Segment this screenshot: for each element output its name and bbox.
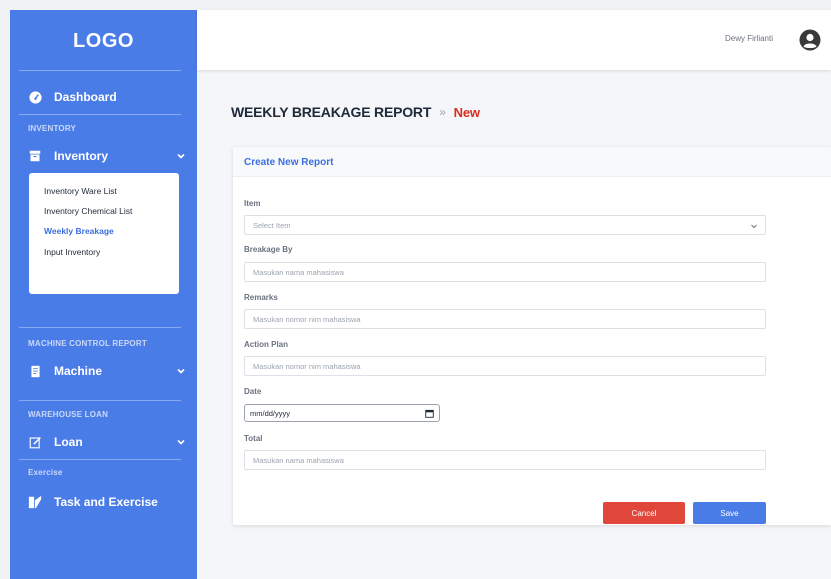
section-label-warehouse: WAREHOUSE LOAN [28, 410, 109, 419]
item-select[interactable]: Select Item [244, 215, 766, 235]
remarks-input[interactable] [244, 309, 766, 329]
sidebar-item-label: Loan [54, 435, 83, 449]
submenu-item-weekly-breakage[interactable]: Weekly Breakage [44, 226, 114, 236]
sidebar-item-label: Task and Exercise [54, 495, 158, 509]
submenu-item-input-inventory[interactable]: Input Inventory [44, 247, 100, 257]
sidebar-item-inventory[interactable]: Inventory [28, 145, 185, 167]
sidebar-item-label: Machine [54, 364, 103, 378]
document-icon [28, 364, 42, 378]
sidebar-divider [19, 114, 181, 115]
sidebar-divider [19, 70, 181, 71]
calendar-icon[interactable] [425, 409, 434, 418]
logo: LOGO [73, 30, 134, 52]
date-input[interactable]: mm/dd/yyyy [244, 404, 440, 422]
user-name[interactable]: Dewy Firlianti [725, 34, 773, 43]
sidebar-item-label: Inventory [54, 149, 109, 163]
total-input[interactable] [244, 450, 766, 470]
section-label-machine: MACHINE CONTROL REPORT [28, 339, 147, 348]
task-icon [28, 495, 42, 509]
card-header: Create New Report [233, 147, 831, 177]
sidebar-item-loan[interactable]: Loan [28, 431, 185, 453]
chevron-down-icon [749, 221, 759, 231]
page-title: WEEKLY BREAKAGE REPORT » New [231, 104, 480, 120]
sidebar-item-task-exercise[interactable]: Task and Exercise [28, 491, 158, 513]
sidebar-item-machine[interactable]: Machine [28, 360, 185, 382]
cancel-button[interactable]: Cancel [603, 502, 685, 524]
card-title: Create New Report [244, 157, 334, 168]
app-frame: LOGO Dashboard INVENTORY Inventory Inven… [10, 10, 831, 579]
sidebar-item-dashboard[interactable]: Dashboard [28, 86, 117, 108]
sidebar: LOGO Dashboard INVENTORY Inventory Inven… [10, 10, 197, 579]
section-label-exercise: Exercise [28, 468, 63, 477]
sidebar-item-label: Dashboard [54, 90, 117, 104]
inventory-submenu: Inventory Ware List Inventory Chemical L… [29, 173, 179, 294]
sidebar-divider [19, 400, 181, 401]
report-form-card: Create New Report Item Select Item Break… [233, 147, 831, 525]
sidebar-divider [19, 327, 181, 328]
breakage-by-label: Breakage By [244, 245, 293, 254]
chevron-down-icon [174, 435, 188, 449]
submenu-item-chemical-list[interactable]: Inventory Chemical List [44, 206, 132, 216]
item-label: Item [244, 199, 261, 208]
breadcrumb-separator: » [439, 105, 446, 119]
action-plan-label: Action Plan [244, 340, 289, 349]
speedometer-icon [28, 90, 42, 104]
breadcrumb-title: WEEKLY BREAKAGE REPORT [231, 104, 432, 120]
edit-icon [28, 435, 42, 449]
breadcrumb-status: New [453, 104, 480, 120]
date-input-value: mm/dd/yyyy [250, 408, 291, 418]
action-plan-input[interactable] [244, 356, 766, 376]
breakage-by-input[interactable] [244, 262, 766, 282]
total-label: Total [244, 434, 263, 443]
submenu-item-ware-list[interactable]: Inventory Ware List [44, 186, 117, 196]
archive-box-icon [28, 149, 42, 163]
sidebar-divider [19, 459, 181, 460]
chevron-down-icon [174, 364, 188, 378]
chevron-down-icon [174, 149, 188, 163]
user-circle-icon[interactable] [799, 29, 821, 51]
section-label-inventory: INVENTORY [28, 124, 77, 133]
remarks-label: Remarks [244, 293, 278, 302]
save-button[interactable]: Save [693, 502, 766, 524]
top-header: Dewy Firlianti [197, 10, 831, 70]
date-label: Date [244, 387, 262, 396]
item-select-value: Select Item [253, 220, 291, 230]
